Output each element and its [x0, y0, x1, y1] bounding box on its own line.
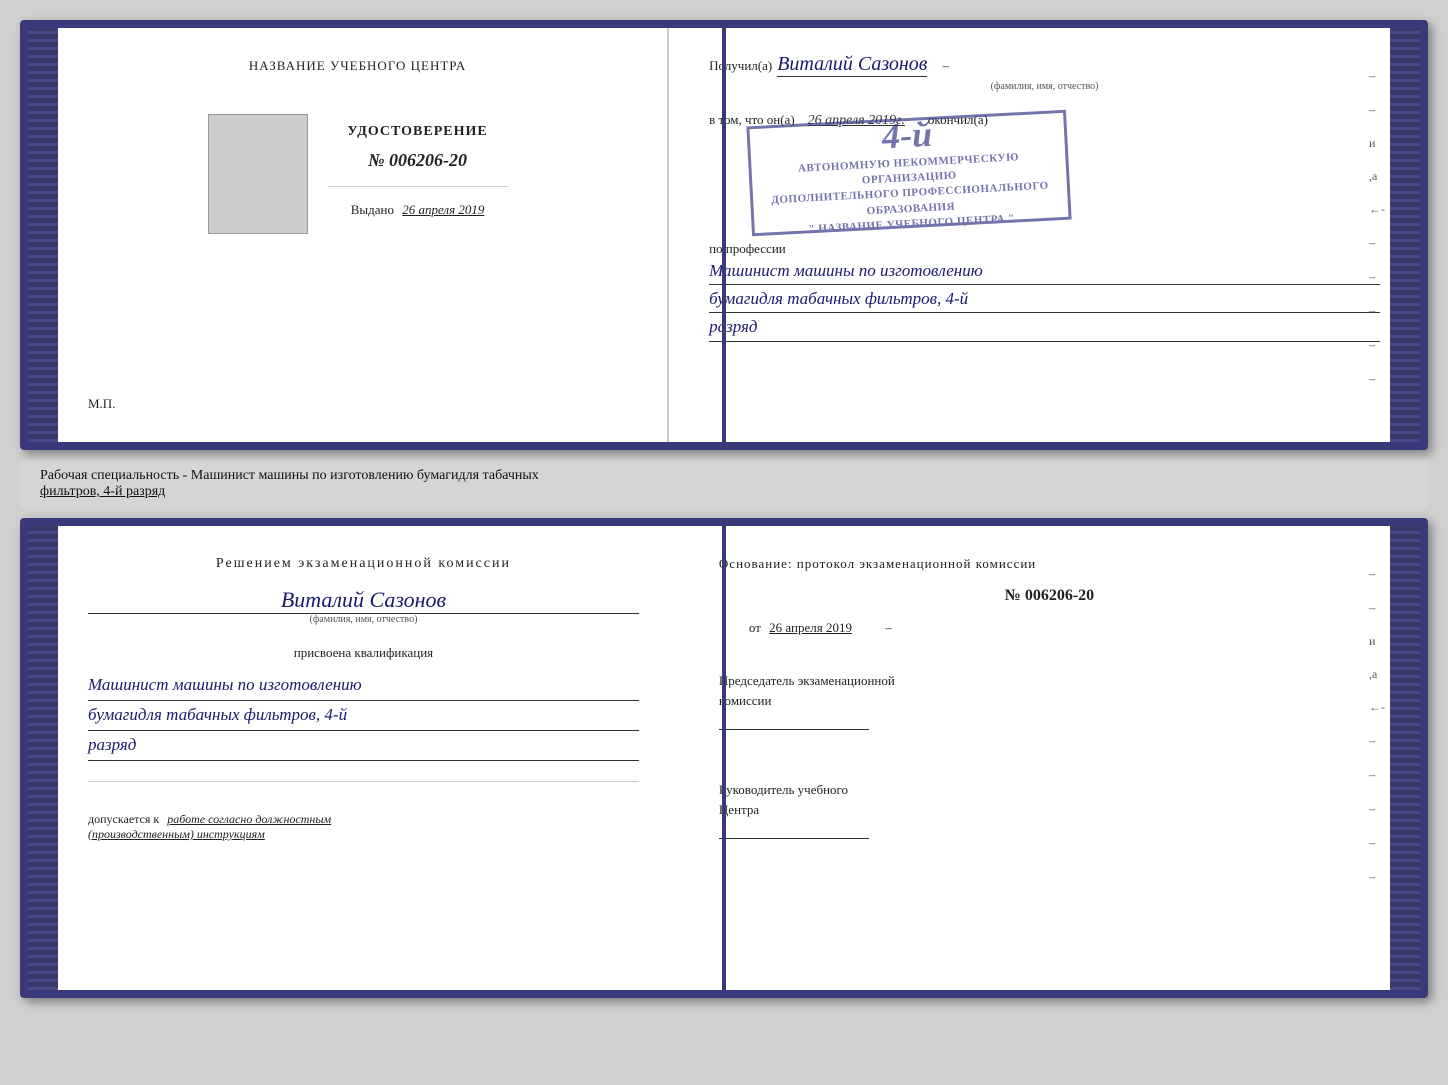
profession-text-1: Машинист машины по изготовлению: [709, 257, 1380, 285]
profession-section: по профессии Машинист машины по изготовл…: [709, 241, 1380, 342]
cert-left-page: НАЗВАНИЕ УЧЕБНОГО ЦЕНТРА УДОСТОВЕРЕНИЕ №…: [28, 28, 669, 442]
qualification-line-3: разряд: [88, 731, 639, 761]
profession-text-3: разряд: [709, 313, 1380, 341]
bottom-right-page: Основание: протокол экзаменационной коми…: [679, 526, 1420, 990]
recipient-line: Получил(а) Виталий Сазонов –: [709, 53, 1380, 77]
right-side-marks: – – и ,а ←- – – – – –: [1369, 68, 1385, 387]
cert-issued-line: Выдано 26 апреля 2019: [351, 202, 485, 218]
allowed-text2: (производственным) инструкциям: [88, 827, 265, 841]
right-spine: [1390, 28, 1420, 442]
cert-title: УДОСТОВЕРЕНИЕ: [347, 124, 487, 140]
specialty-text-line2: фильтров, 4-й разряд: [40, 484, 1408, 500]
chairman-section: Председатель экзаменационной комиссии: [719, 671, 1380, 735]
protocol-number: № 006206-20: [719, 587, 1380, 605]
director-section: Руководитель учебного Центра: [719, 780, 1380, 844]
separator-area: Рабочая специальность - Машинист машины …: [20, 460, 1428, 508]
stamp-overlay: 4-й АВТОНОМНУЮ НЕКОММЕРЧЕСКУЮ ОРГАНИЗАЦИ…: [746, 110, 1071, 237]
received-prefix: Получил(а): [709, 58, 772, 74]
allowed-prefix: допускается к: [88, 812, 159, 826]
date-value-bottom: 26 апреля 2019: [769, 620, 852, 635]
director-signature: [719, 819, 869, 839]
qualification-prefix: присвоена квалификация: [88, 645, 639, 661]
chairman-signature: [719, 710, 869, 730]
mp-label: М.П.: [88, 396, 115, 412]
certificate-book-bottom: Решением экзаменационной комиссии Витали…: [20, 518, 1428, 998]
photo-placeholder: [208, 114, 308, 234]
cert-number: № 006206-20: [368, 150, 467, 171]
cert-right-page: Получил(а) Виталий Сазонов – (фамилия, и…: [669, 28, 1420, 442]
left-page-content: НАЗВАНИЕ УЧЕБНОГО ЦЕНТРА УДОСТОВЕРЕНИЕ №…: [208, 58, 508, 234]
date-prefix-bottom: от: [749, 620, 761, 635]
allowed-section: допускается к работе согласно должностны…: [88, 812, 639, 842]
profession-text-2: бумагидля табачных фильтров, 4-й: [709, 285, 1380, 313]
basis-label: Основание: протокол экзаменационной коми…: [719, 556, 1380, 572]
person-name-large: Виталий Сазонов: [88, 587, 639, 614]
qualification-line-2: бумагидля табачных фильтров, 4-й: [88, 701, 639, 731]
stamp-number: 4-й: [881, 112, 933, 157]
director-label2: Центра: [719, 800, 1380, 820]
profession-label: по профессии: [709, 241, 1380, 257]
decision-title: Решением экзаменационной комиссии: [88, 556, 639, 572]
specialty-text-line1: Рабочая специальность - Машинист машины …: [40, 468, 1408, 484]
chairman-label: Председатель экзаменационной: [719, 671, 1380, 691]
bottom-right-spine: [1390, 526, 1420, 990]
recipient-sublabel: (фамилия, имя, отчество): [709, 81, 1380, 92]
certificate-book-top: НАЗВАНИЕ УЧЕБНОГО ЦЕНТРА УДОСТОВЕРЕНИЕ №…: [20, 20, 1428, 450]
date-dash: –: [885, 620, 892, 635]
recipient-name: Виталий Сазонов: [777, 53, 927, 77]
qualification-lines: Машинист машины по изготовлению бумагидл…: [88, 671, 639, 761]
bottom-left-page: Решением экзаменационной комиссии Витали…: [48, 526, 679, 990]
training-center-label: НАЗВАНИЕ УЧЕБНОГО ЦЕНТРА: [249, 58, 466, 74]
bottom-right-side-marks: – – и ,а ←- – – – – –: [1369, 566, 1385, 885]
fio-sublabel: (фамилия, имя, отчество): [88, 614, 639, 625]
allowed-text: работе согласно должностным: [167, 812, 331, 826]
page-wrapper: НАЗВАНИЕ УЧЕБНОГО ЦЕНТРА УДОСТОВЕРЕНИЕ №…: [0, 0, 1448, 1085]
director-label: Руководитель учебного: [719, 780, 1380, 800]
chairman-label2: комиссии: [719, 691, 1380, 711]
qualification-line-1: Машинист машины по изготовлению: [88, 671, 639, 701]
protocol-date: от 26 апреля 2019 –: [719, 620, 1380, 636]
dash: –: [942, 58, 949, 74]
